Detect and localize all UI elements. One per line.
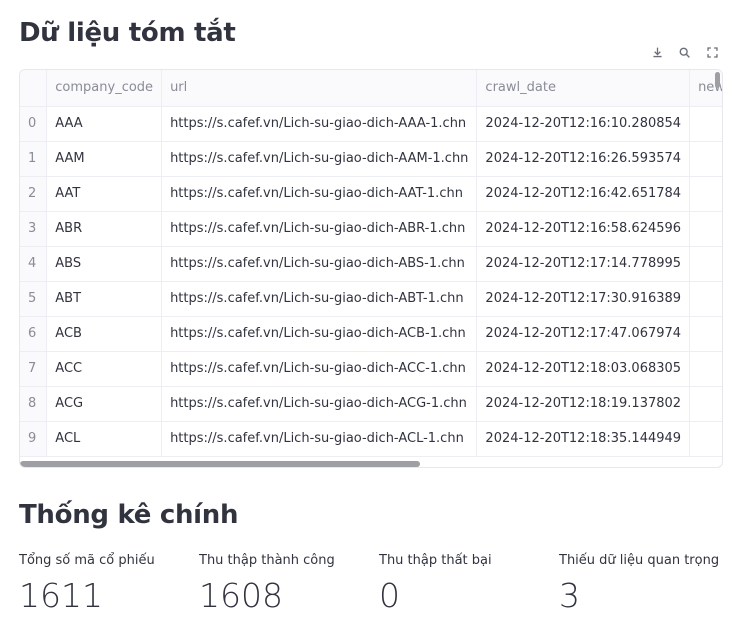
search-button[interactable] [674, 41, 696, 63]
data-table: company_code url crawl_date new_missin 0… [20, 70, 722, 457]
crawl-date-cell[interactable]: 2024-12-20T12:16:58.624596 [476, 211, 691, 247]
crawl-date-cell[interactable]: 2024-12-20T12:18:35.144949 [476, 421, 691, 457]
url-cell[interactable]: https://s.cafef.vn/Lich-su-giao-dich-ACG… [161, 386, 478, 422]
url-cell[interactable]: https://s.cafef.vn/Lich-su-giao-dich-ACB… [161, 316, 478, 352]
url-cell[interactable]: https://s.cafef.vn/Lich-su-giao-dich-AAT… [161, 176, 478, 212]
metric-label: Tổng số mã cổ phiếu [19, 553, 155, 568]
new-missing-cell[interactable] [689, 211, 722, 247]
new-missing-cell[interactable] [689, 106, 722, 142]
table-row: 1 AAM https://s.cafef.vn/Lich-su-giao-dich… [20, 141, 722, 177]
crawl-date-cell[interactable]: 2024-12-20T12:17:14.778995 [476, 246, 691, 282]
company-code-cell[interactable]: ACG [46, 386, 163, 422]
new-missing-cell[interactable] [689, 316, 722, 352]
new-missing-cell[interactable] [689, 421, 722, 457]
metric-value: 1608 [199, 576, 283, 615]
url-cell[interactable]: https://s.cafef.vn/Lich-su-giao-dich-AAA… [161, 106, 478, 142]
row-index-cell[interactable]: 0 [20, 106, 48, 142]
company-code-cell[interactable]: AAT [46, 176, 163, 212]
new-missing-cell[interactable] [689, 176, 722, 212]
company-code-cell[interactable]: ABR [46, 211, 163, 247]
table-row: 0 AAA https://s.cafef.vn/Lich-su-giao-dich… [20, 106, 722, 142]
crawl-date-cell[interactable]: 2024-12-20T12:16:42.651784 [476, 176, 691, 212]
company-code-cell[interactable]: ACB [46, 316, 163, 352]
crawl-date-cell[interactable]: 2024-12-20T12:18:03.068305 [476, 351, 691, 387]
fullscreen-icon [707, 46, 718, 58]
row-index-cell[interactable]: 4 [20, 246, 48, 282]
fullscreen-button[interactable] [701, 41, 723, 63]
url-cell[interactable]: https://s.cafef.vn/Lich-su-giao-dich-ABR… [161, 211, 478, 247]
company-code-cell[interactable]: ABT [46, 281, 163, 317]
new-missing-cell[interactable] [689, 386, 722, 422]
crawl-date-cell[interactable]: 2024-12-20T12:17:47.067974 [476, 316, 691, 352]
column-header-url[interactable]: url [161, 70, 478, 107]
table-row: 8 ACG https://s.cafef.vn/Lich-su-giao-dich… [20, 386, 722, 422]
summary-dataframe[interactable]: company_code url crawl_date new_missin 0… [19, 69, 723, 468]
table-header-row: company_code url crawl_date new_missin [20, 70, 722, 107]
summary-title: Dữ liệu tóm tắt [19, 18, 236, 48]
metric-failed: Thu thập thất bại 0 [379, 553, 559, 615]
crawl-date-cell[interactable]: 2024-12-20T12:16:10.280854 [476, 106, 691, 142]
url-cell[interactable]: https://s.cafef.vn/Lich-su-giao-dich-AAM… [161, 141, 478, 177]
new-missing-cell[interactable] [689, 351, 722, 387]
new-missing-cell[interactable] [689, 246, 722, 282]
company-code-cell[interactable]: AAA [46, 106, 163, 142]
metric-success: Thu thập thành công 1608 [199, 553, 379, 615]
vertical-scrollbar[interactable] [715, 72, 720, 88]
table-row: 3 ABR https://s.cafef.vn/Lich-su-giao-dich… [20, 211, 722, 247]
metric-label: Thiếu dữ liệu quan trọng [559, 553, 720, 568]
horizontal-scrollbar[interactable] [20, 461, 420, 467]
row-index-cell[interactable]: 3 [20, 211, 48, 247]
row-index-cell[interactable]: 6 [20, 316, 48, 352]
table-row: 4 ABS https://s.cafef.vn/Lich-su-giao-dich… [20, 246, 722, 282]
metric-value: 0 [379, 576, 400, 615]
row-index-cell[interactable]: 8 [20, 386, 48, 422]
metric-value: 1611 [19, 576, 103, 615]
download-button[interactable] [647, 41, 669, 63]
column-header-company-code[interactable]: company_code [46, 70, 163, 107]
row-index-cell[interactable]: 5 [20, 281, 48, 317]
metric-total-codes: Tổng số mã cổ phiếu 1611 [19, 553, 199, 615]
row-index-cell[interactable]: 7 [20, 351, 48, 387]
column-header-crawl-date[interactable]: crawl_date [476, 70, 691, 107]
new-missing-cell[interactable] [689, 141, 722, 177]
company-code-cell[interactable]: ACC [46, 351, 163, 387]
url-cell[interactable]: https://s.cafef.vn/Lich-su-giao-dich-ABS… [161, 246, 478, 282]
metric-label: Thu thập thành công [199, 553, 335, 568]
company-code-cell[interactable]: AAM [46, 141, 163, 177]
company-code-cell[interactable]: ACL [46, 421, 163, 457]
crawl-date-cell[interactable]: 2024-12-20T12:18:19.137802 [476, 386, 691, 422]
table-row: 7 ACC https://s.cafef.vn/Lich-su-giao-dich… [20, 351, 722, 387]
table-row: 6 ACB https://s.cafef.vn/Lich-su-giao-dich… [20, 316, 722, 352]
crawl-date-cell[interactable]: 2024-12-20T12:17:30.916389 [476, 281, 691, 317]
metric-value: 3 [559, 576, 580, 615]
metric-missing-data: Thiếu dữ liệu quan trọng 3 [559, 553, 739, 615]
company-code-cell[interactable]: ABS [46, 246, 163, 282]
metric-label: Thu thập thất bại [379, 553, 492, 568]
table-row: 9 ACL https://s.cafef.vn/Lich-su-giao-dich… [20, 421, 722, 457]
column-header-index[interactable] [20, 70, 48, 107]
crawl-date-cell[interactable]: 2024-12-20T12:16:26.593574 [476, 141, 691, 177]
row-index-cell[interactable]: 2 [20, 176, 48, 212]
search-icon [680, 47, 691, 58]
table-row: 2 AAT https://s.cafef.vn/Lich-su-giao-dich… [20, 176, 722, 212]
dataframe-toolbar [644, 40, 726, 64]
url-cell[interactable]: https://s.cafef.vn/Lich-su-giao-dich-ACL… [161, 421, 478, 457]
url-cell[interactable]: https://s.cafef.vn/Lich-su-giao-dich-ACC… [161, 351, 478, 387]
row-index-cell[interactable]: 1 [20, 141, 48, 177]
download-icon [653, 47, 662, 57]
stats-title: Thống kê chính [19, 500, 239, 530]
new-missing-cell[interactable] [689, 281, 722, 317]
row-index-cell[interactable]: 9 [20, 421, 48, 457]
table-row: 5 ABT https://s.cafef.vn/Lich-su-giao-dich… [20, 281, 722, 317]
url-cell[interactable]: https://s.cafef.vn/Lich-su-giao-dich-ABT… [161, 281, 478, 317]
